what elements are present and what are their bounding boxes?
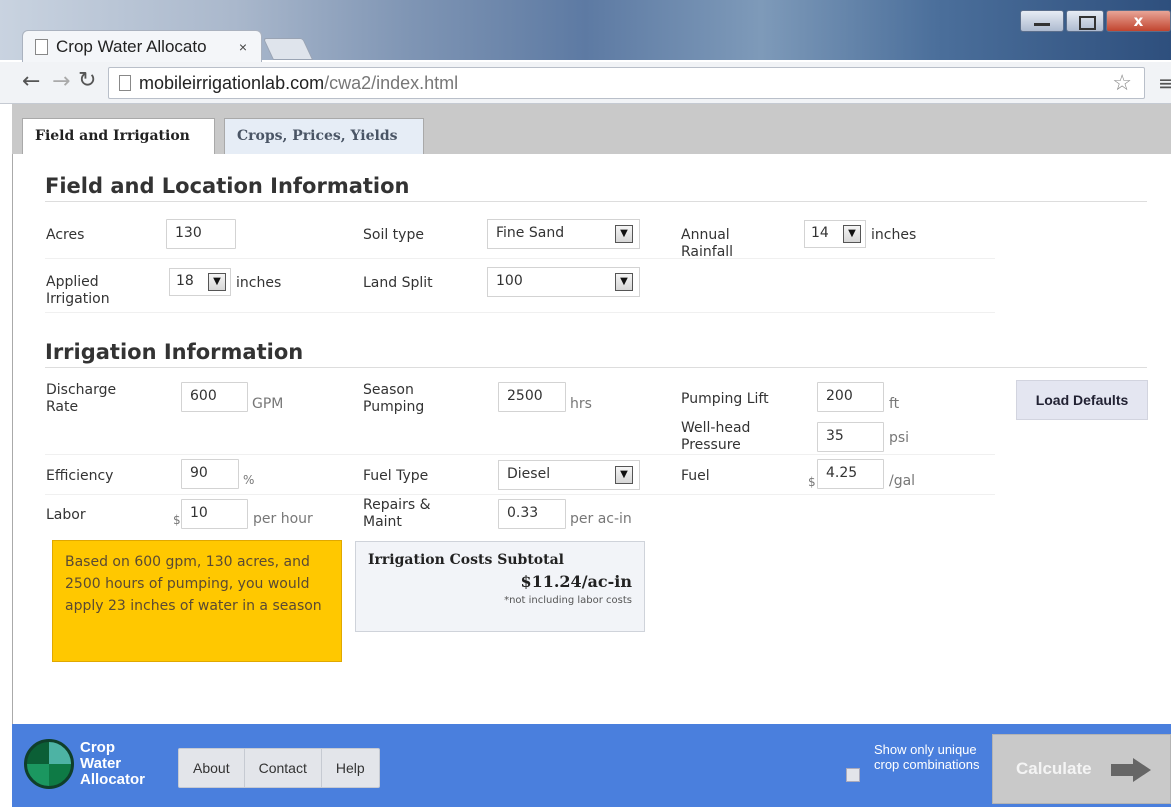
minimize-button[interactable] — [1020, 10, 1064, 32]
browser-titlebar: Crop Water Allocato × x — [0, 0, 1171, 62]
applied-irrigation-value: 18 — [176, 273, 194, 289]
address-bar[interactable]: mobileirrigationlab.com /cwa2/index.html… — [108, 67, 1145, 99]
unique-combinations-label: Show only unique crop combinations — [874, 742, 980, 772]
browser-tab-title: Crop Water Allocato — [56, 36, 207, 56]
soil-type-select[interactable]: Fine Sand ▼ — [487, 219, 640, 249]
annual-rainfall-unit: inches — [871, 227, 917, 243]
fuel-input[interactable]: 4.25 — [817, 459, 884, 489]
bookmark-star-icon[interactable]: ☆ — [1112, 70, 1132, 96]
section-divider — [45, 367, 1147, 368]
labor-input[interactable]: 10 — [181, 499, 248, 529]
season-pumping-input[interactable]: 2500 — [498, 382, 566, 412]
url-path: /cwa2/index.html — [324, 72, 459, 93]
row-divider — [45, 312, 995, 313]
arrow-right-icon — [1111, 758, 1151, 782]
labor-currency: $ — [173, 513, 181, 527]
land-split-label: Land Split — [363, 275, 433, 291]
applied-irrigation-unit: inches — [236, 275, 282, 291]
footer-nav: About Contact Help — [178, 748, 380, 788]
soil-type-value: Fine Sand — [496, 225, 565, 241]
chevron-down-icon: ▼ — [615, 466, 633, 484]
close-window-button[interactable]: x — [1106, 10, 1171, 32]
back-arrow-icon[interactable]: ← — [22, 69, 40, 94]
fuel-unit: /gal — [889, 473, 916, 489]
well-head-pressure-label: Well-head Pressure — [681, 420, 751, 453]
calculate-button[interactable]: Calculate — [992, 734, 1171, 804]
tab-crops-prices-yields[interactable]: Crops, Prices, Yields — [224, 118, 424, 154]
fuel-label: Fuel — [681, 468, 710, 484]
page-icon — [119, 75, 131, 91]
discharge-rate-label: Discharge Rate — [46, 382, 117, 415]
row-divider — [45, 454, 995, 455]
pumping-lift-unit: ft — [889, 396, 900, 412]
page-icon — [35, 38, 48, 55]
annual-rainfall-select[interactable]: 14 ▼ — [804, 220, 866, 248]
about-link[interactable]: About — [179, 749, 245, 787]
acres-label: Acres — [46, 227, 85, 243]
irrigation-section-title: Irrigation Information — [45, 340, 304, 364]
season-pumping-label: Season Pumping — [363, 382, 425, 415]
tab-close-icon[interactable]: × — [239, 39, 247, 55]
reload-icon[interactable]: ↻ — [78, 68, 96, 93]
fuel-type-select[interactable]: Diesel ▼ — [498, 460, 640, 490]
chevron-down-icon: ▼ — [615, 273, 633, 291]
repairs-maint-input[interactable]: 0.33 — [498, 499, 566, 529]
app-name: Crop Water Allocator — [80, 739, 146, 788]
browser-toolbar: ← → ↻ mobileirrigationlab.com /cwa2/inde… — [0, 62, 1171, 104]
fuel-currency: $ — [808, 475, 816, 489]
section-divider — [45, 201, 1147, 202]
pumping-summary-note: Based on 600 gpm, 130 acres, and 2500 ho… — [52, 540, 342, 662]
applied-irrigation-label: Applied Irrigation — [46, 274, 110, 307]
chevron-down-icon: ▼ — [843, 225, 861, 243]
load-defaults-button[interactable]: Load Defaults — [1016, 380, 1148, 420]
help-link[interactable]: Help — [322, 749, 379, 787]
contact-link[interactable]: Contact — [245, 749, 322, 787]
maximize-button[interactable] — [1066, 10, 1104, 32]
discharge-rate-unit: GPM — [252, 396, 284, 412]
irrigation-costs-value: $11.24/ac-in — [520, 572, 632, 591]
fuel-type-label: Fuel Type — [363, 468, 429, 484]
discharge-rate-input[interactable]: 600 — [181, 382, 248, 412]
new-tab-button[interactable] — [262, 38, 314, 60]
applied-irrigation-select[interactable]: 18 ▼ — [169, 268, 231, 296]
irrigation-costs-note: *not including labor costs — [504, 595, 632, 606]
unique-combinations-checkbox[interactable] — [846, 768, 860, 782]
row-divider — [45, 494, 995, 495]
season-pumping-unit: hrs — [570, 396, 592, 412]
chevron-down-icon: ▼ — [615, 225, 633, 243]
repairs-maint-label: Repairs & Maint — [363, 497, 431, 530]
field-section-title: Field and Location Information — [45, 174, 410, 198]
tab-field-and-irrigation[interactable]: Field and Irrigation — [22, 118, 215, 155]
irrigation-costs-title: Irrigation Costs Subtotal — [368, 552, 564, 568]
annual-rainfall-label: Annual Rainfall — [681, 227, 734, 260]
acres-input[interactable]: 130 — [166, 219, 236, 249]
irrigation-costs-box: Irrigation Costs Subtotal $11.24/ac-in *… — [355, 541, 645, 632]
labor-unit: per hour — [253, 511, 313, 527]
app-tab-bar: Field and Irrigation Crops, Prices, Yiel… — [12, 104, 1171, 155]
pumping-lift-label: Pumping Lift — [681, 391, 769, 407]
labor-label: Labor — [46, 507, 86, 523]
repairs-maint-unit: per ac-in — [570, 511, 632, 527]
pumping-lift-input[interactable]: 200 — [817, 382, 884, 412]
forward-arrow-icon[interactable]: → — [52, 69, 70, 94]
calculate-label: Calculate — [1016, 759, 1092, 778]
efficiency-input[interactable]: 90 — [181, 459, 239, 489]
chevron-down-icon: ▼ — [208, 273, 226, 291]
browser-tab[interactable]: Crop Water Allocato × — [22, 30, 262, 62]
url-host: mobileirrigationlab.com — [139, 72, 325, 93]
fuel-type-value: Diesel — [507, 466, 551, 482]
land-split-select[interactable]: 100 ▼ — [487, 267, 640, 297]
well-head-pressure-unit: psi — [889, 430, 910, 446]
footer-bar: Crop Water Allocator About Contact Help … — [12, 724, 1171, 807]
main-panel: Field and Location Information Acres 130… — [12, 154, 1171, 724]
crop-water-allocator-logo — [24, 739, 74, 789]
well-head-pressure-input[interactable]: 35 — [817, 422, 884, 452]
menu-icon[interactable]: ≡ — [1158, 71, 1171, 95]
annual-rainfall-value: 14 — [811, 225, 829, 241]
row-divider — [45, 258, 995, 259]
soil-type-label: Soil type — [363, 227, 424, 243]
efficiency-label: Efficiency — [46, 468, 114, 484]
land-split-value: 100 — [496, 273, 523, 289]
efficiency-unit: % — [243, 473, 255, 487]
